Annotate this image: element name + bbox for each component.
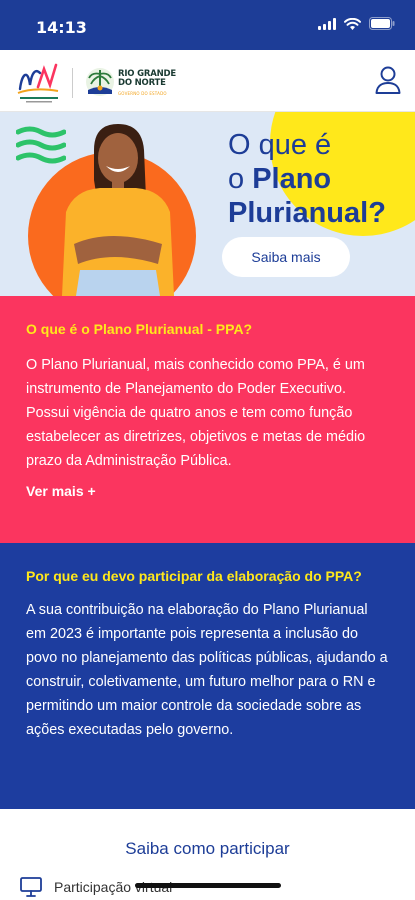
- hero-title-strong: Plano: [252, 163, 332, 195]
- section-what-is-ppa: O que é o Plano Plurianual - PPA? O Plan…: [0, 296, 415, 543]
- signal-icon: [318, 17, 336, 30]
- hero-title-line3: Plurianual?: [228, 197, 386, 229]
- section-ppa-body: O Plano Plurianual, mais conhecido como …: [26, 357, 366, 469]
- saiba-mais-button[interactable]: Saiba mais: [222, 237, 350, 277]
- status-icons: [318, 17, 395, 30]
- hero-person-image: [62, 124, 174, 296]
- wifi-icon: [344, 17, 361, 30]
- monitor-icon: [20, 877, 42, 897]
- app-header: RIO GRANDE DO NORTE GOVERNO DO ESTADO: [0, 50, 415, 112]
- logo-separator: [72, 68, 73, 98]
- section-why-question: Por que eu devo participar da elaboração…: [26, 568, 362, 584]
- battery-icon: [369, 17, 395, 30]
- section-ppa-question: O que é o Plano Plurianual - PPA?: [26, 321, 253, 337]
- hero-title-line2: o Plano: [228, 162, 408, 196]
- hero-title-line1: O que é: [228, 129, 332, 161]
- hero-title: O que é o Plano Plurianual?: [228, 128, 408, 230]
- status-time: 14:13: [36, 18, 87, 37]
- section-why-participate: Por que eu devo participar da elaboração…: [0, 543, 415, 809]
- participate-title: Saiba como participar: [125, 839, 290, 858]
- status-bar: 14:13: [0, 0, 415, 50]
- rn-participativo-logo[interactable]: [14, 59, 64, 105]
- hero-banner: O que é o Plano Plurianual? Saiba mais: [0, 112, 415, 296]
- section-why-body: A sua contribuição na elaboração do Plan…: [26, 602, 388, 738]
- gov-rn-emblem: [86, 68, 114, 96]
- gov-logo-text: RIO GRANDE DO NORTE GOVERNO DO ESTADO: [118, 70, 176, 98]
- gov-logo-line2: DO NORTE: [118, 78, 166, 88]
- ver-mais-link[interactable]: Ver mais +: [26, 483, 389, 499]
- user-icon[interactable]: [375, 66, 401, 94]
- home-indicator[interactable]: [135, 883, 281, 888]
- hero-title-prefix: o: [228, 163, 253, 195]
- gov-logo-sub: GOVERNO DO ESTADO: [118, 91, 167, 96]
